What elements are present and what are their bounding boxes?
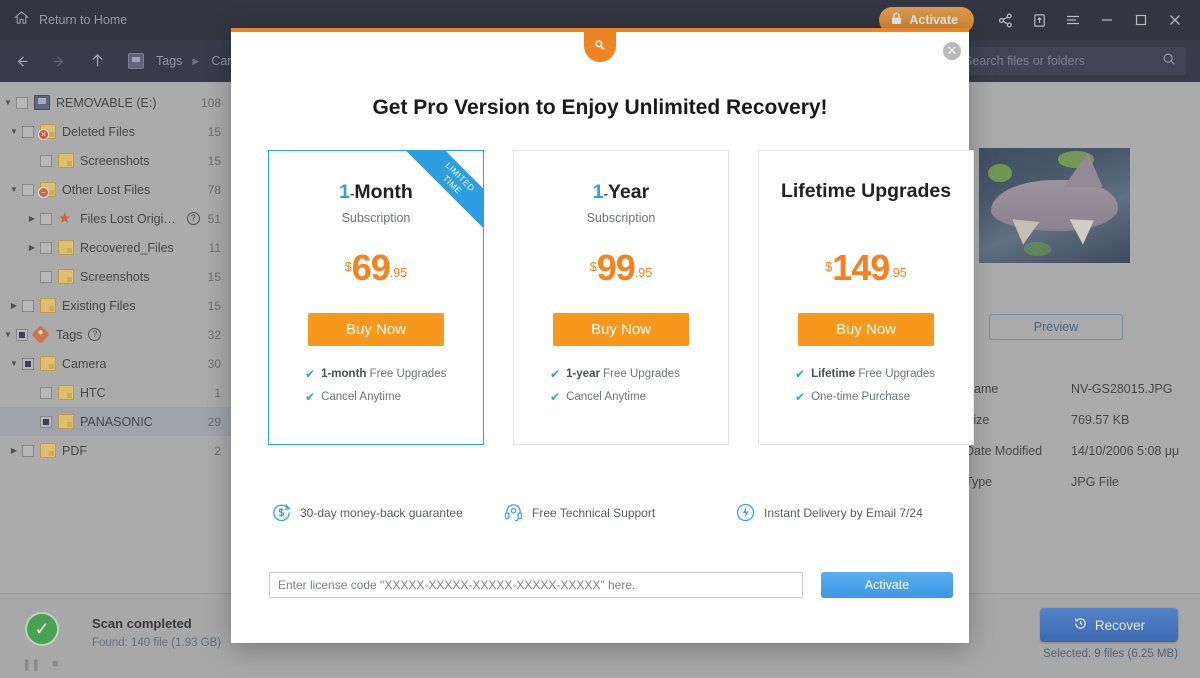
buy-now-button[interactable]: Buy Now [553, 313, 689, 346]
key-icon [584, 28, 616, 62]
license-code-input[interactable] [269, 572, 803, 598]
check-icon: ✔ [795, 367, 806, 381]
feature-text: 1-month Free Upgrades [321, 368, 447, 380]
plan-name: 1-Year [514, 181, 728, 204]
perk-label: 30-day money-back guarantee [300, 505, 463, 520]
pricing-card-year[interactable]: 1-Year Subscription $99.95 Buy Now ✔ 1-year F… [513, 150, 729, 445]
plan-unit: Month [354, 181, 413, 203]
pricing-cards: LIMITED TIME 1-Month Subscription $69.95 Buy … [268, 150, 974, 445]
price-cents: .95 [634, 266, 653, 280]
modal-title: Get Pro Version to Enjoy Unlimited Recov… [372, 96, 828, 119]
plan-unit: Year [607, 181, 650, 203]
money-back-icon [271, 502, 292, 523]
feature-row: ✔ 1-year Free Upgrades [550, 367, 728, 381]
perk-item: Free Technical Support [503, 502, 735, 523]
feature-text: Cancel Anytime [321, 391, 401, 403]
check-icon: ✔ [795, 390, 806, 404]
feature-row: ✔ 1-month Free Upgrades [305, 367, 483, 381]
price-amount: 149 [832, 247, 890, 288]
upgrade-modal: ✕ Get Pro Version to Enjoy Unlimited Rec… [231, 28, 974, 643]
plan-features: ✔ Lifetime Free Upgrades ✔ One-time Purchas… [759, 367, 973, 404]
feature-row: ✔ Lifetime Free Upgrades [795, 367, 973, 381]
perk-item: Instant Delivery by Email 7/24 [735, 502, 923, 523]
license-activation-row: Activate [269, 572, 953, 598]
pricing-card-lifetime-upgrades[interactable]: Lifetime Upgrades $149.95 Buy Now ✔ Lifetime… [758, 150, 974, 445]
buy-now-button[interactable]: Buy Now [798, 313, 934, 346]
price-cents: .95 [889, 266, 907, 280]
pricing-card-month[interactable]: LIMITED TIME 1-Month Subscription $69.95 Buy … [268, 150, 484, 445]
headset-support-icon [503, 502, 524, 523]
plan-name: Lifetime Upgrades [759, 180, 973, 203]
plan-unit: Lifetime Upgrades [780, 180, 952, 202]
check-icon: ✔ [305, 367, 316, 381]
perk-item: 30-day money-back guarantee [271, 502, 503, 523]
feature-text: Cancel Anytime [566, 391, 646, 403]
plan-subtitle: Subscription [341, 211, 411, 225]
plan-number: 1 [339, 181, 351, 203]
perk-label: Instant Delivery by Email 7/24 [764, 505, 923, 520]
lightning-delivery-icon [735, 502, 756, 523]
price-cents: .95 [389, 266, 408, 280]
check-icon: ✔ [550, 390, 561, 404]
price-currency: $ [589, 260, 597, 274]
check-icon: ✔ [550, 367, 561, 381]
buy-now-button[interactable]: Buy Now [308, 313, 444, 346]
plan-number: 1 [592, 181, 604, 203]
activate-license-button[interactable]: Activate [821, 572, 953, 598]
plan-subtitle: Subscription [586, 211, 656, 225]
plan-price: $99.95 [514, 247, 728, 289]
perks-row: 30-day money-back guarantee Free Technica… [271, 502, 929, 523]
plan-price: $69.95 [269, 247, 483, 289]
feature-text: 1-year Free Upgrades [566, 368, 680, 380]
feature-row: ✔ One-time Purchase [795, 390, 973, 404]
feature-text: One-time Purchase [811, 391, 911, 403]
price-amount: 99 [596, 247, 636, 288]
plan-price: $149.95 [759, 247, 973, 289]
feature-row: ✔ Cancel Anytime [305, 390, 483, 404]
close-modal-button[interactable]: ✕ [943, 42, 961, 60]
check-icon: ✔ [305, 390, 316, 404]
price-currency: $ [344, 260, 352, 274]
perk-label: Free Technical Support [532, 505, 656, 520]
price-amount: 69 [351, 247, 391, 288]
feature-row: ✔ Cancel Anytime [550, 390, 728, 404]
application-window: Return to Home Activate Tags ▶ Search fi… [0, 0, 1200, 678]
plan-features: ✔ 1-year Free Upgrades ✔ Cancel Anytime [514, 367, 728, 404]
plan-features: ✔ 1-month Free Upgrades ✔ Cancel Anytime [269, 367, 483, 404]
feature-text: Lifetime Free Upgrades [811, 368, 936, 380]
